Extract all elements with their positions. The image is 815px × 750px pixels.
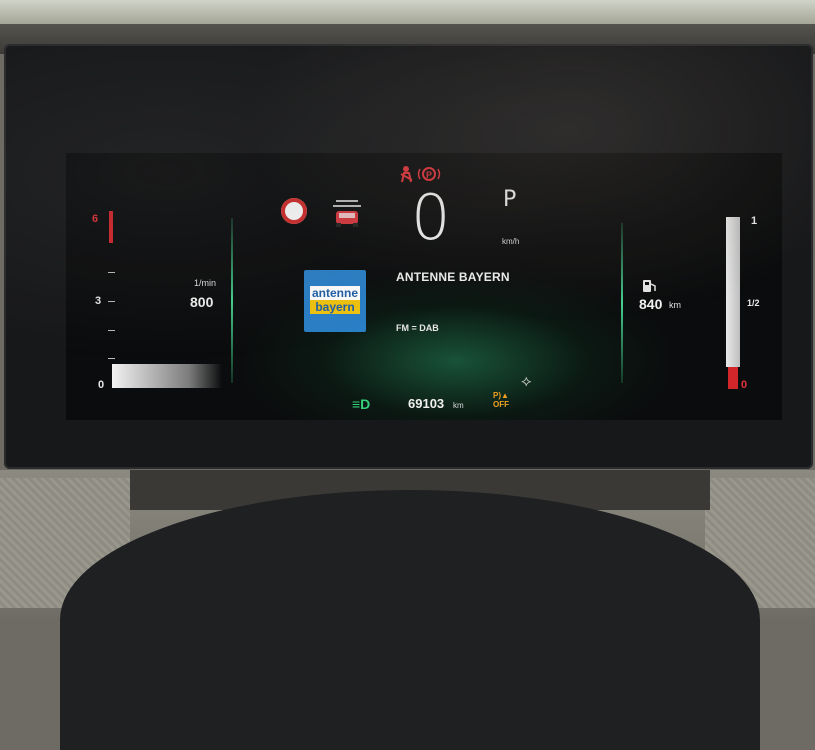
tach-tick <box>108 301 115 302</box>
tach-unit: 1/min <box>194 278 217 288</box>
tach-label-3: 3 <box>95 295 102 307</box>
fuel-label-half: 1/2 <box>747 298 760 308</box>
fuel-range-unit: km <box>669 300 681 310</box>
odometer-value: 69103 <box>408 396 445 411</box>
tach-arc <box>231 218 233 383</box>
radio-band: FM = DAB <box>396 323 439 333</box>
svg-text:P: P <box>426 170 432 180</box>
fuel-pump-icon <box>643 280 656 292</box>
tach-label-0: 0 <box>98 379 105 391</box>
radio-station-name: ANTENNE BAYERN <box>396 270 510 284</box>
tach-value: 800 <box>190 294 214 310</box>
logo-text-bottom: bayern <box>310 300 360 314</box>
park-assist-symbol: P)▲ <box>493 391 509 400</box>
fuel-range-value: 840 <box>639 296 663 312</box>
park-assist-label: OFF <box>493 400 509 409</box>
radio-station-logo: antenne bayern <box>304 270 366 332</box>
fuel-label-empty: 0 <box>741 379 748 391</box>
tach-redline <box>109 211 113 243</box>
fuel-reserve-bar <box>728 367 738 389</box>
gear-indicator: P <box>503 187 517 212</box>
speed-value: 0 <box>411 181 451 254</box>
tach-tick <box>108 358 115 359</box>
park-assist-off-icon: P)▲ OFF <box>486 391 516 415</box>
odometer-unit: km <box>453 401 464 410</box>
tach-bar <box>112 364 222 388</box>
tach-tick <box>108 330 115 331</box>
instrument-cluster-screen: 6 3 0 1/min 800 P 0 P km/h antenne bayer… <box>66 153 782 420</box>
speed-limit-sign-icon <box>281 198 307 224</box>
fuel-label-full: 1 <box>751 215 758 227</box>
adaptive-cruise-car-icon <box>333 200 361 227</box>
fuel-level-bar <box>726 217 740 367</box>
tach-tick <box>108 272 115 273</box>
fuel-arc <box>621 223 623 383</box>
speed-unit: km/h <box>502 237 520 246</box>
steering-wheel <box>60 490 760 750</box>
gps-icon: ⟡ <box>521 373 532 390</box>
logo-text-top: antenne <box>310 286 360 300</box>
tach-label-6: 6 <box>92 213 99 225</box>
low-beam-headlight-icon: ≡D <box>352 396 371 412</box>
